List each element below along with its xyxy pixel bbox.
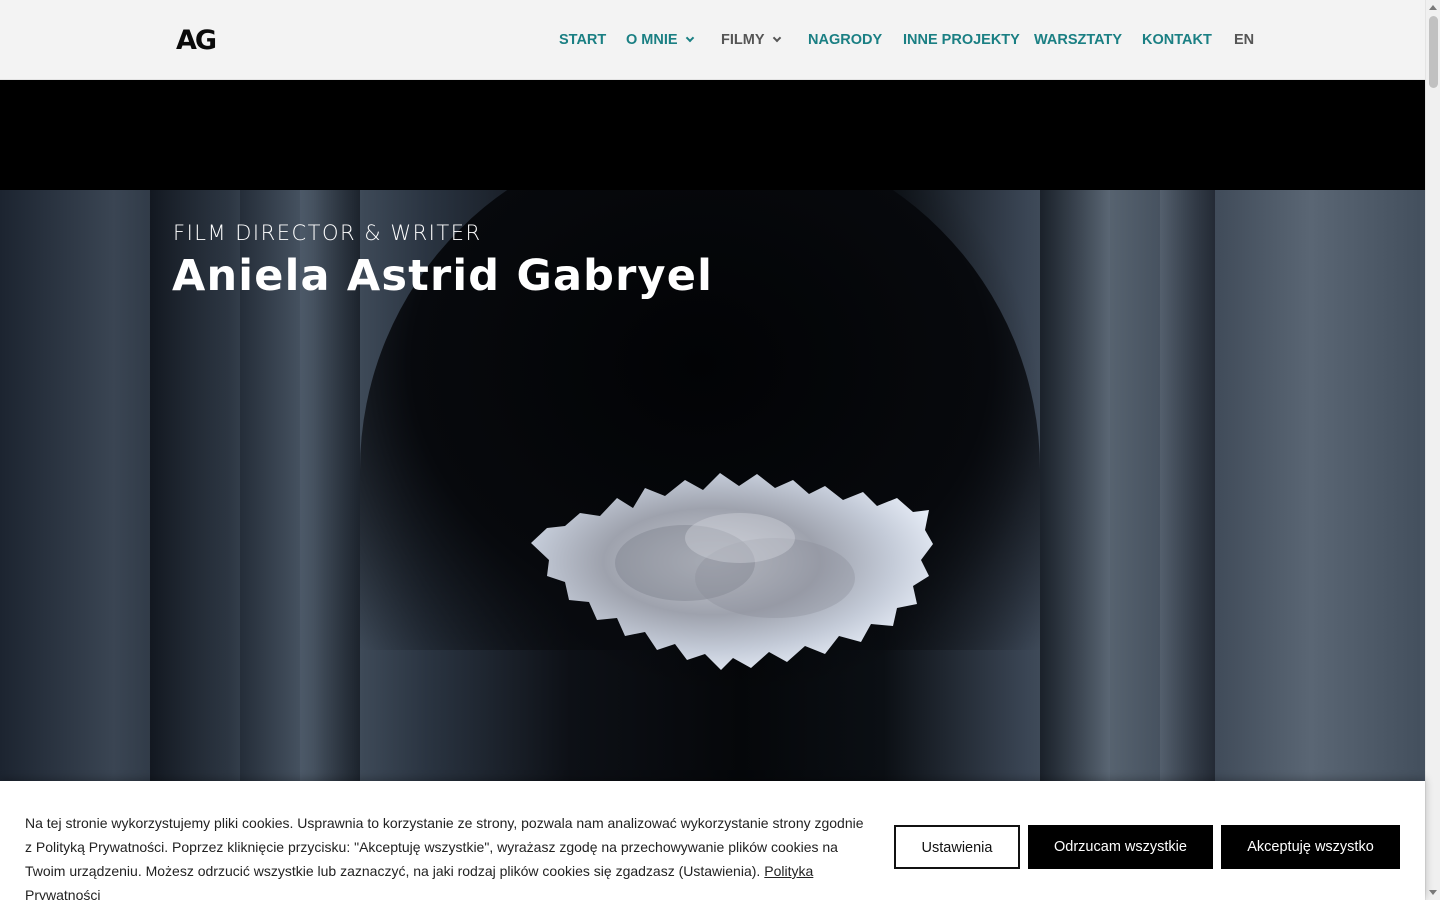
nav-item-o-mnie[interactable]: O MNIE [626, 30, 694, 50]
nav-label: NAGRODY [808, 32, 883, 48]
chevron-down-icon [685, 33, 694, 43]
page-scrollbar[interactable] [1425, 0, 1440, 900]
cookie-message: Na tej stronie wykorzystujemy pliki cook… [25, 811, 870, 900]
site-header: AG START O MNIE FILMY NAGRODY INNE PROJE… [0, 0, 1425, 80]
nav-label: START [559, 32, 607, 48]
nav-label: EN [1234, 32, 1255, 48]
nav-label: O MNIE [626, 32, 678, 48]
hero-title: Aniela Astrid Gabryel [172, 251, 714, 301]
nav-item-kontakt[interactable]: KONTAKT [1142, 30, 1212, 50]
hero-letterbox [0, 80, 1425, 190]
nav-label: KONTAKT [1142, 32, 1212, 48]
floating-cloud-image [531, 473, 933, 670]
nav-item-language-en[interactable]: EN [1234, 30, 1254, 50]
nav-item-warsztaty[interactable]: WARSZTATY [1034, 30, 1122, 50]
nav-label: WARSZTATY [1034, 32, 1123, 48]
chevron-down-icon [772, 33, 781, 43]
accept-all-cookies-button[interactable]: Akceptuję wszystko [1221, 825, 1400, 869]
scrollbar-thumb[interactable] [1429, 16, 1438, 88]
main-nav: START O MNIE FILMY NAGRODY INNE PROJEKTY… [0, 0, 1425, 80]
reject-all-cookies-button[interactable]: Odrzucam wszystkie [1028, 825, 1213, 869]
cookie-message-text: Na tej stronie wykorzystujemy pliki cook… [25, 815, 864, 879]
cookie-settings-button[interactable]: Ustawienia [894, 825, 1020, 869]
nav-item-start[interactable]: START [559, 30, 606, 50]
nav-label: INNE PROJEKTY [903, 32, 1020, 48]
nav-item-nagrody[interactable]: NAGRODY [808, 30, 882, 50]
nav-item-filmy[interactable]: FILMY [721, 30, 781, 50]
cookie-consent-banner: Na tej stronie wykorzystujemy pliki cook… [0, 781, 1425, 900]
scroll-up-arrow-icon[interactable] [1429, 5, 1437, 10]
nav-item-inne-projekty[interactable]: INNE PROJEKTY [903, 30, 1020, 50]
hero-subtitle: FILM DIRECTOR & WRITER [173, 221, 482, 245]
nav-label: FILMY [721, 32, 765, 48]
scroll-down-arrow-icon[interactable] [1429, 890, 1437, 895]
